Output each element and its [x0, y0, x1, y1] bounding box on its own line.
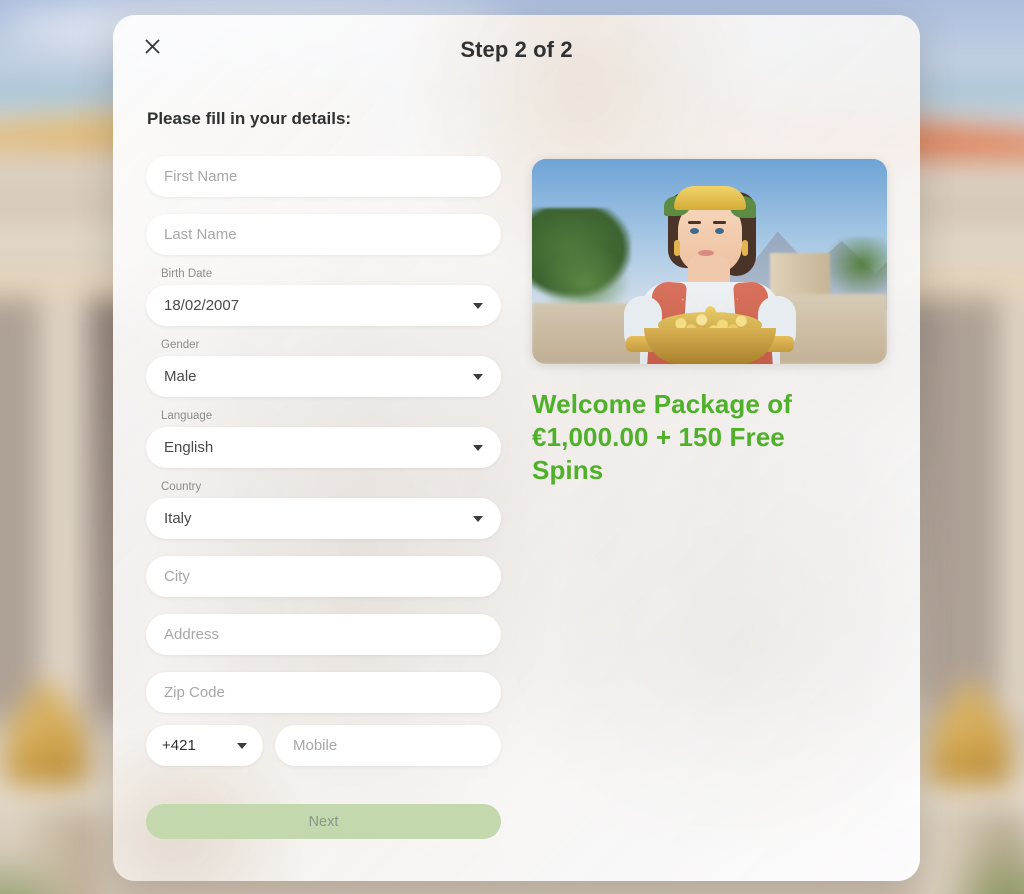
promo-tree-right: [823, 236, 887, 299]
eye-right: [714, 228, 724, 234]
country-select[interactable]: Italy: [146, 498, 501, 539]
birth-date-select[interactable]: 18/02/2007: [146, 285, 501, 326]
chevron-down-icon: [473, 373, 483, 380]
page-title: Step 2 of 2: [460, 37, 573, 62]
next-button[interactable]: Next: [146, 804, 501, 839]
field-birth-date: Birth Date 18/02/2007: [146, 267, 501, 326]
brow-left: [687, 221, 701, 224]
gold-bowl-icon: [643, 328, 776, 364]
city-input[interactable]: City: [146, 556, 501, 597]
mobile-placeholder: Mobile: [293, 737, 338, 754]
language-value: English: [164, 439, 214, 456]
zip-code-placeholder: Zip Code: [164, 684, 225, 701]
gold-statue-icon: [6, 682, 86, 796]
chevron-down-icon: [473, 444, 483, 451]
chevron-down-icon: [473, 302, 483, 309]
gender-select[interactable]: Male: [146, 356, 501, 397]
city-placeholder: City: [164, 568, 190, 585]
birth-date-value: 18/02/2007: [164, 297, 240, 314]
chevron-down-icon: [237, 742, 247, 749]
field-first-name: First Name: [146, 156, 501, 197]
form-heading: Please fill in your details:: [147, 109, 352, 128]
country-code-value: +421: [162, 737, 196, 754]
earring-left: [673, 240, 680, 256]
foliage-left: [0, 844, 80, 894]
first-name-input[interactable]: First Name: [146, 156, 501, 197]
field-zip-code: Zip Code: [146, 672, 501, 713]
zip-code-input[interactable]: Zip Code: [146, 672, 501, 713]
registration-form: Please fill in your details: First Name …: [146, 77, 501, 873]
mobile-input[interactable]: Mobile: [275, 725, 501, 766]
modal-header: Step 2 of 2: [113, 15, 920, 77]
pearl-necklace: [681, 288, 738, 308]
country-code-select[interactable]: +421: [146, 725, 263, 766]
promo-headline: Welcome Package of €1,000.00 + 150 Free …: [532, 389, 792, 485]
gold-statue-icon: [930, 682, 1010, 796]
country-value: Italy: [164, 510, 192, 527]
field-address: Address: [146, 614, 501, 655]
foliage-right: [934, 824, 1024, 894]
modal-body: Please fill in your details: First Name …: [113, 77, 920, 873]
field-phone: +421 Mobile: [146, 725, 501, 766]
field-country: Country Italy: [146, 480, 501, 539]
chevron-down-icon: [473, 515, 483, 522]
eye-left: [689, 228, 699, 234]
address-input[interactable]: Address: [146, 614, 501, 655]
field-language: Language English: [146, 409, 501, 468]
language-label: Language: [161, 410, 213, 422]
gold-crown-icon: [673, 186, 746, 210]
field-last-name: Last Name: [146, 214, 501, 255]
gender-label: Gender: [161, 339, 200, 351]
promo-panel: Welcome Package of €1,000.00 + 150 Free …: [532, 77, 892, 873]
last-name-placeholder: Last Name: [164, 226, 237, 243]
language-select[interactable]: English: [146, 427, 501, 468]
first-name-placeholder: First Name: [164, 168, 238, 185]
birth-date-label: Birth Date: [161, 268, 213, 280]
field-gender: Gender Male: [146, 338, 501, 397]
field-city: City: [146, 556, 501, 597]
earring-right: [741, 240, 748, 256]
promo-image: [532, 159, 887, 364]
brow-right: [712, 221, 726, 224]
country-label: Country: [161, 481, 202, 493]
gender-value: Male: [164, 368, 197, 385]
registration-modal: Step 2 of 2 Please fill in your details:…: [113, 15, 920, 881]
greek-woman-figure: [610, 184, 810, 364]
last-name-input[interactable]: Last Name: [146, 214, 501, 255]
address-placeholder: Address: [164, 626, 220, 643]
